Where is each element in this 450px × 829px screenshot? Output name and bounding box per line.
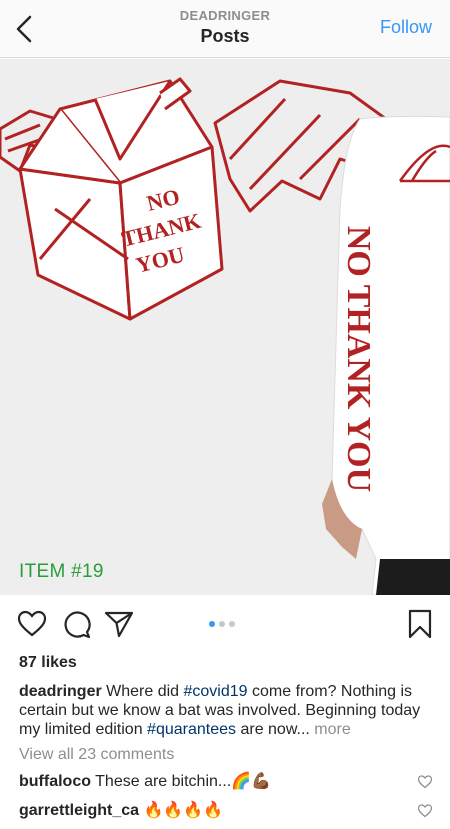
caption-text: Where did (101, 683, 184, 700)
follow-button[interactable]: Follow (380, 17, 432, 38)
carousel-dot (219, 621, 225, 627)
comment-item: buffaloco These are bitchin...🌈💪🏾 (19, 771, 419, 791)
caption-text: are now... (236, 721, 315, 738)
carousel-dot (209, 621, 215, 627)
heart-icon (17, 610, 47, 637)
save-button[interactable] (404, 608, 436, 640)
heart-icon (417, 775, 433, 789)
hashtag-link[interactable]: #quarantees (147, 721, 236, 738)
comment-button[interactable] (60, 608, 92, 640)
comment-text: These are bitchin...🌈💪🏾 (91, 773, 272, 790)
carousel-dot (229, 621, 235, 627)
more-link[interactable]: more (314, 721, 350, 738)
caption: deadringer Where did #covid19 come from?… (19, 682, 437, 739)
likes-count[interactable]: 87 likes (19, 654, 77, 672)
comment-item: garrettleight_ca 🔥🔥🔥🔥 (19, 800, 419, 820)
comment-username[interactable]: buffaloco (19, 773, 91, 790)
post-image[interactable]: NO THANK YOU NO THANK YOU ITEM #19 (0, 59, 450, 595)
comment-icon (64, 611, 91, 639)
like-button[interactable] (16, 608, 48, 640)
caption-username[interactable]: deadringer (19, 683, 102, 700)
item-label: ITEM #19 (19, 561, 104, 582)
bookmark-icon (408, 609, 432, 639)
hashtag-link[interactable]: #covid19 (184, 683, 248, 700)
action-bar (0, 600, 450, 648)
comment-like-button[interactable] (417, 774, 433, 790)
post-illustration: NO THANK YOU NO THANK YOU (0, 59, 450, 595)
heart-icon (417, 804, 433, 818)
carousel-indicator (209, 621, 235, 627)
sleeve-text: NO THANK YOU (340, 226, 377, 492)
comment-like-button[interactable] (417, 803, 433, 819)
share-button[interactable] (103, 608, 135, 640)
view-all-comments-link[interactable]: View all 23 comments (19, 746, 174, 764)
comment-username[interactable]: garrettleight_ca (19, 802, 139, 819)
comment-text: 🔥🔥🔥🔥 (139, 802, 224, 819)
header: DEADRINGER Posts Follow (0, 0, 450, 58)
send-icon (104, 611, 134, 638)
